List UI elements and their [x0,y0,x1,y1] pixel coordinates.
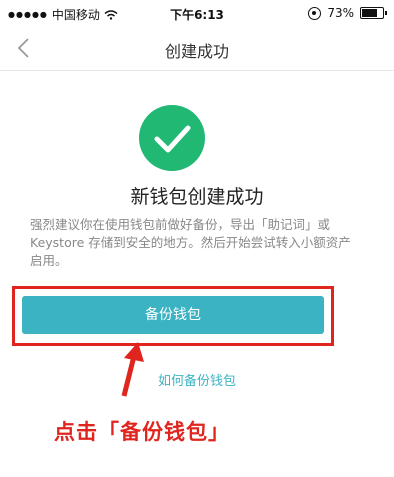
status-right: 73% [308,6,387,20]
battery-icon [360,7,387,19]
check-circle-icon [139,105,205,171]
success-title: 新钱包创建成功 [130,186,264,208]
status-bar: ●●●●● 中国移动 下午6:13 73% [0,0,394,26]
backup-advice-text: 强烈建议你在使用钱包前做好备份，导出「助记词」或 Keystore 存储到安全的… [30,217,351,268]
page-title: 创建成功 [164,42,229,61]
how-to-backup-link[interactable]: 如何备份钱包 [0,370,394,389]
checkmark-icon [154,125,191,153]
annotation-callout-text: 点击「备份钱包」 [54,420,230,444]
battery-percent: 73% [327,6,354,20]
orientation-lock-icon [308,6,322,20]
annotation-arrow-icon [121,342,144,397]
backup-wallet-button[interactable]: 备份钱包 [22,296,324,334]
navigation-bar: 创建成功 [0,26,394,71]
